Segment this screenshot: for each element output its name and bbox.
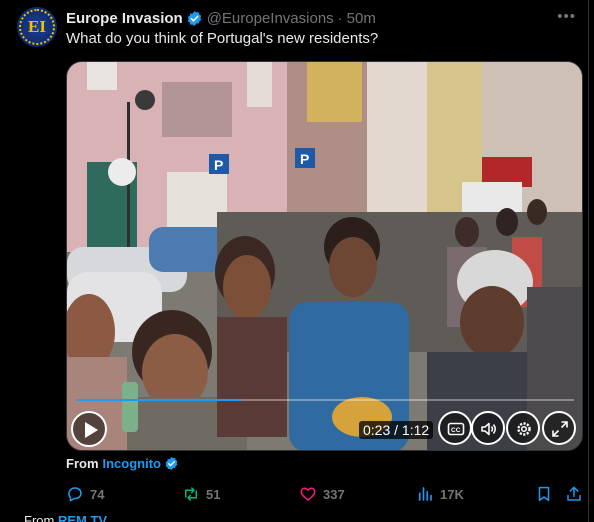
bookmark-icon xyxy=(538,486,550,502)
handle[interactable]: @EuropeInvasions xyxy=(207,10,334,27)
like-button[interactable]: 337 xyxy=(299,485,345,503)
more-options-button[interactable]: ••• xyxy=(557,8,576,25)
tweet-text: What do you think of Portugal's new resi… xyxy=(66,30,379,47)
video-player[interactable]: P P 0:23 / 1:12 CC xyxy=(66,61,583,451)
svg-text:P: P xyxy=(214,157,223,173)
volume-icon xyxy=(481,422,496,436)
next-source-account-link[interactable]: REM TV xyxy=(58,513,107,522)
settings-icon xyxy=(517,422,531,436)
like-count: 337 xyxy=(323,486,345,502)
reply-button[interactable]: 74 xyxy=(66,485,104,503)
share-icon xyxy=(567,486,581,501)
fullscreen-button[interactable] xyxy=(542,411,576,445)
from-label: From xyxy=(66,456,99,471)
reply-count: 74 xyxy=(90,486,105,502)
avatar-monogram: EI xyxy=(28,17,46,36)
svg-text:CC: CC xyxy=(451,427,461,434)
play-icon xyxy=(85,422,98,438)
verified-badge-icon xyxy=(165,456,178,471)
timestamp[interactable]: 50m xyxy=(347,10,376,27)
bookmark-button[interactable] xyxy=(535,485,559,503)
svg-text:P: P xyxy=(300,151,309,167)
tweet-header: Europe Invasion @EuropeInvasions · 50m xyxy=(66,8,376,28)
share-button[interactable] xyxy=(565,485,589,503)
next-post-source-partial: From REM TV xyxy=(24,513,107,522)
separator-dot: · xyxy=(337,9,343,27)
video-timecode: 0:23 / 1:12 xyxy=(359,421,434,439)
repost-count: 51 xyxy=(206,486,221,502)
display-name[interactable]: Europe Invasion xyxy=(66,10,183,27)
video-progress-bar[interactable] xyxy=(77,399,574,401)
repost-icon xyxy=(185,487,197,501)
video-progress-fill xyxy=(77,399,241,401)
reply-icon xyxy=(68,487,82,502)
fullscreen-icon xyxy=(552,421,568,437)
views-chart-icon xyxy=(418,487,432,501)
settings-button[interactable] xyxy=(506,411,540,445)
tweet[interactable]: EI Europe Invasion @EuropeInvasions · 50… xyxy=(0,0,588,522)
heart-icon xyxy=(300,487,316,501)
volume-button[interactable] xyxy=(471,411,505,445)
source-account-link[interactable]: Incognito xyxy=(103,456,162,471)
captions-icon: CC xyxy=(447,422,465,436)
action-bar: 74 51 337 17K xyxy=(66,485,588,505)
repost-button[interactable]: 51 xyxy=(182,485,220,503)
video-frame: P P xyxy=(67,62,582,450)
avatar[interactable]: EI xyxy=(17,7,57,47)
next-from-label: From xyxy=(24,513,55,522)
captions-button[interactable]: CC xyxy=(438,411,472,445)
source-attribution: From Incognito xyxy=(66,456,183,471)
play-button[interactable] xyxy=(71,411,107,447)
timeline-border xyxy=(588,0,594,522)
view-count: 17K xyxy=(440,486,464,502)
verified-badge-icon[interactable] xyxy=(186,10,203,27)
views-button[interactable]: 17K xyxy=(416,485,464,503)
